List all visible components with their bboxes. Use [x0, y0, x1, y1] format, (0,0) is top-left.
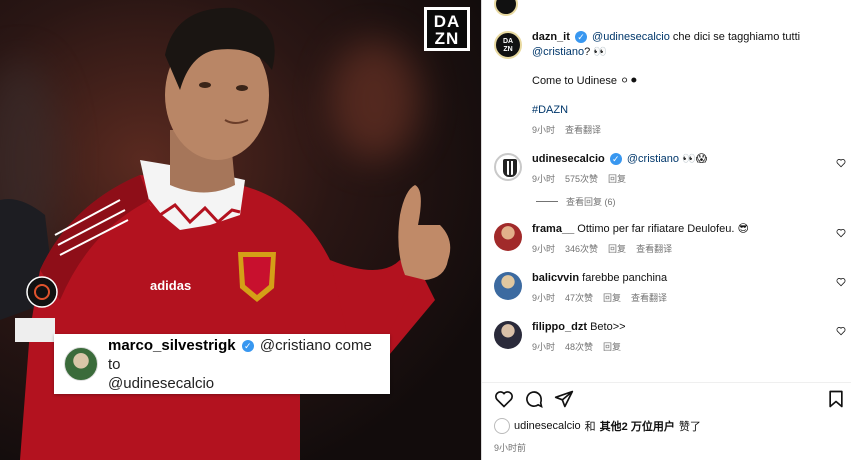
comment-time: 9小时: [532, 342, 556, 352]
comment-item: frama__ Ottimo per far rifiatare Deulofe…: [482, 222, 851, 257]
commenter-username[interactable]: balicvvin: [532, 272, 579, 284]
commenter-username[interactable]: frama__: [532, 223, 574, 235]
header-cut: [494, 0, 518, 16]
caption-line2: @udinesecalcio: [108, 374, 215, 392]
hashtag-link[interactable]: #DAZN: [532, 103, 840, 118]
like-heart-icon[interactable]: [494, 389, 514, 409]
post-caption: DA ZN dazn_it ✓ @udinesecalcio che dici s…: [482, 30, 851, 138]
comment-icon[interactable]: [524, 389, 544, 409]
comment-text: Beto>>: [590, 321, 626, 333]
liker-avatar[interactable]: [494, 418, 510, 434]
reply-button[interactable]: 回复: [608, 242, 626, 257]
comment-time: 9小时: [532, 174, 556, 184]
comments-panel: DA ZN dazn_it ✓ @udinesecalcio che dici s…: [481, 0, 851, 460]
comment-likes[interactable]: 48次赞: [565, 340, 593, 355]
comment-text: farebbe panchina: [582, 272, 668, 284]
header-avatar[interactable]: [494, 0, 518, 16]
heart-icon[interactable]: [836, 158, 846, 168]
reply-button[interactable]: 回复: [608, 172, 626, 187]
caption-mention-2[interactable]: @cristiano: [532, 46, 584, 58]
author-username[interactable]: dazn_it: [532, 31, 570, 43]
post-photo: adidas DA ZN marco_silvestrigk ✓ @cristi…: [0, 0, 481, 460]
comment-likes[interactable]: 47次赞: [565, 291, 593, 306]
translate-link[interactable]: 查看翻译: [565, 123, 601, 138]
verified-icon: ✓: [609, 153, 622, 166]
dazn-logo: DA ZN: [424, 7, 470, 51]
comment-likes[interactable]: 346次赞: [565, 242, 598, 257]
commenter-username[interactable]: udinesecalcio: [532, 153, 605, 165]
instagram-post-view: adidas DA ZN marco_silvestrigk ✓ @cristi…: [0, 0, 851, 460]
likes-suffix: 赞了: [678, 421, 701, 433]
translate-link[interactable]: 查看翻译: [636, 242, 672, 257]
comment-item: filippo_dzt Beto>> 9小时 48次赞 回复: [482, 320, 851, 355]
reply-button[interactable]: 回复: [603, 340, 621, 355]
post-time: 9小时: [532, 125, 556, 135]
others-likes-link[interactable]: 其他2 万位用户: [600, 418, 675, 434]
translate-link[interactable]: 查看翻译: [631, 291, 667, 306]
heart-icon[interactable]: [836, 228, 846, 238]
commenter-avatar[interactable]: [494, 321, 522, 349]
reply-button[interactable]: 回复: [603, 291, 621, 306]
heart-icon[interactable]: [836, 277, 846, 287]
verified-icon: ✓: [241, 339, 254, 352]
comments-list[interactable]: DA ZN dazn_it ✓ @udinesecalcio che dici s…: [482, 28, 851, 378]
view-replies[interactable]: 查看回复 (6): [536, 195, 851, 208]
caption-text: che dici se tagghiamo tutti: [672, 31, 801, 43]
caption-mention[interactable]: @udinesecalcio: [592, 31, 670, 43]
share-icon[interactable]: [554, 389, 574, 409]
comment-time: 9小时: [532, 244, 556, 254]
caption-username: marco_silvestrigk: [108, 336, 236, 354]
commenter-avatar[interactable]: [494, 223, 522, 251]
photo-caption-card: marco_silvestrigk ✓ @cristiano come to @…: [54, 334, 390, 394]
liker-username[interactable]: udinesecalcio: [514, 420, 581, 432]
comment-time: 9小时: [532, 293, 556, 303]
comment-text: Ottimo per far rifiatare Deulofeu. 😎: [577, 223, 749, 235]
author-avatar[interactable]: DA ZN: [494, 31, 522, 59]
comment-item: udinesecalcio ✓ @cristiano 👀😱 9小时 575次赞 …: [482, 152, 851, 187]
likes-and: 和: [584, 421, 596, 433]
svg-text:adidas: adidas: [150, 278, 191, 293]
comment-item: balicvvin farebbe panchina 9小时 47次赞 回复 查…: [482, 271, 851, 306]
comment-text: 👀😱: [682, 153, 708, 165]
caption-emoji: ? 👀: [584, 46, 608, 58]
caption-text: marco_silvestrigk ✓ @cristiano come to @…: [108, 336, 380, 393]
post-timestamp: 9小时前: [494, 443, 527, 453]
heart-icon[interactable]: [836, 326, 846, 336]
likes-summary: udinesecalcio 和其他2 万位用户 赞了: [494, 418, 701, 434]
action-bar: [482, 382, 851, 412]
commenter-avatar[interactable]: [494, 153, 522, 181]
comment-mention[interactable]: @cristiano: [627, 153, 679, 165]
verified-icon: ✓: [574, 31, 587, 44]
caption-avatar: [64, 347, 98, 381]
caption-line2: Come to Udinese ⚪⚫: [532, 75, 639, 87]
bookmark-icon[interactable]: [826, 389, 846, 409]
commenter-username[interactable]: filippo_dzt: [532, 321, 587, 333]
comment-likes[interactable]: 575次赞: [565, 172, 598, 187]
commenter-avatar[interactable]: [494, 272, 522, 300]
